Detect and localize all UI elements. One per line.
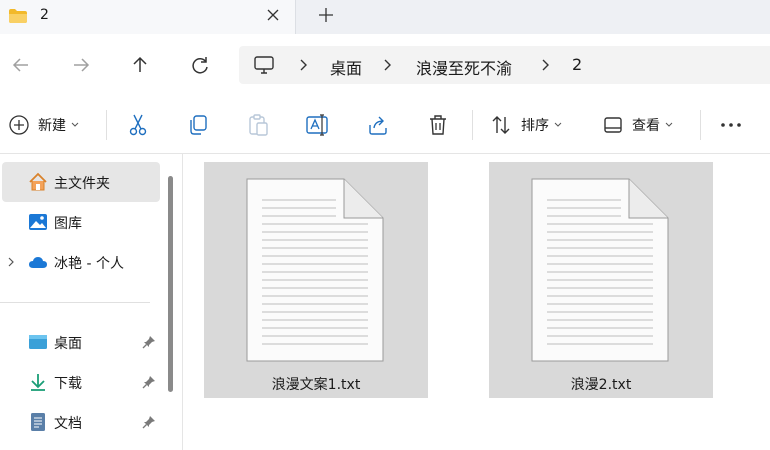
share-button[interactable] [366,111,390,139]
sidebar-item-label: 文档 [54,416,82,432]
desktop-icon [29,335,47,349]
document-icon [31,413,45,431]
cloud-icon [29,257,47,268]
file-name: 浪漫文案1.txt [271,377,361,393]
toolbar-divider [106,110,107,140]
sidebar-item-label: 图库 [54,216,82,232]
copy-icon [190,115,207,135]
breadcrumb-folder[interactable]: 浪漫至死不渝 [416,55,512,79]
file-name: 浪漫2.txt [570,377,632,393]
chevron-down-icon [71,122,79,127]
plus-circle-icon [9,115,29,135]
sidebar-item-onedrive[interactable]: 冰艳 - 个人 [2,242,160,282]
tab-title: 2 [40,7,49,23]
sidebar-item-label: 冰艳 - 个人 [54,256,124,272]
file-item[interactable]: 浪漫2.txt [489,162,713,398]
arrow-up-icon [133,56,147,72]
sidebar-divider [0,302,150,303]
sidebar-item-label: 桌面 [54,336,82,352]
computer-icon [254,56,274,74]
arrow-left-icon [12,58,28,72]
sidebar-item-home[interactable]: 主文件夹 [2,162,160,202]
view-label: 查看 [632,118,660,134]
tab-bar: 2 [0,0,770,34]
refresh-button[interactable] [187,52,213,78]
chevron-right-icon [384,59,391,71]
clipboard-icon [249,114,268,136]
command-bar: 新建 排序 查看 [0,96,770,154]
paste-button[interactable] [246,111,270,139]
pin-icon[interactable] [142,335,156,349]
file-item[interactable]: 浪漫文案1.txt [204,162,428,398]
sort-icon [492,116,510,134]
text-file-icon [531,178,669,362]
text-file-icon [246,178,384,362]
sidebar-item-label: 主文件夹 [54,176,110,192]
cut-button[interactable] [126,111,150,139]
copy-button[interactable] [186,111,210,139]
download-icon [31,374,45,391]
more-options-button[interactable] [718,111,744,139]
toolbar-divider [700,110,701,140]
chevron-down-icon [554,122,562,127]
trash-icon [430,115,446,135]
navigation-bar: 桌面 浪漫至死不渝 2 [0,34,770,96]
breadcrumb-current[interactable]: 2 [572,55,582,74]
pin-icon[interactable] [142,415,156,429]
sort-button[interactable]: 排序 [489,111,562,139]
sidebar-item-label: 下载 [54,376,82,392]
sidebar-item-downloads[interactable]: 下载 [2,362,160,402]
close-icon[interactable] [262,4,284,26]
chevron-right-icon[interactable] [6,256,16,268]
sidebar-item-gallery[interactable]: 图库 [2,202,160,242]
sidebar-item-desktop[interactable]: 桌面 [2,322,160,362]
sidebar-scrollbar[interactable] [168,176,173,392]
arrow-right-icon [74,58,90,72]
up-button[interactable] [127,52,153,78]
chevron-right-icon [542,59,549,71]
new-label: 新建 [38,118,66,134]
sort-label: 排序 [521,118,549,134]
rename-button[interactable] [305,111,331,139]
view-button[interactable]: 查看 [602,111,673,139]
tab-current[interactable]: 2 [0,0,296,34]
new-tab-icon[interactable] [315,4,337,26]
toolbar-divider [472,110,473,140]
sidebar-item-documents[interactable]: 文档 [2,402,160,442]
delete-button[interactable] [426,111,450,139]
scissors-icon [129,114,147,136]
home-icon [29,172,47,191]
address-bar[interactable]: 桌面 浪漫至死不渝 2 [239,46,770,84]
back-button[interactable] [8,52,34,78]
forward-button[interactable] [68,52,94,78]
breadcrumb-desktop[interactable]: 桌面 [330,55,362,79]
chevron-down-icon [665,122,673,127]
more-dots-icon [721,123,741,127]
gallery-icon [29,214,47,230]
folder-icon [9,9,27,23]
pin-icon[interactable] [142,375,156,389]
new-button[interactable]: 新建 [8,111,79,139]
share-icon [369,116,387,135]
file-view: 浪漫文案1.txt 浪漫2.txt [183,154,770,450]
chevron-right-icon [300,59,307,71]
rename-icon [306,114,328,136]
navigation-pane: 主文件夹 图库 冰艳 - 个人 桌面 下载 文档 [0,154,173,450]
refresh-icon [192,57,208,74]
view-layout-icon [604,117,622,133]
